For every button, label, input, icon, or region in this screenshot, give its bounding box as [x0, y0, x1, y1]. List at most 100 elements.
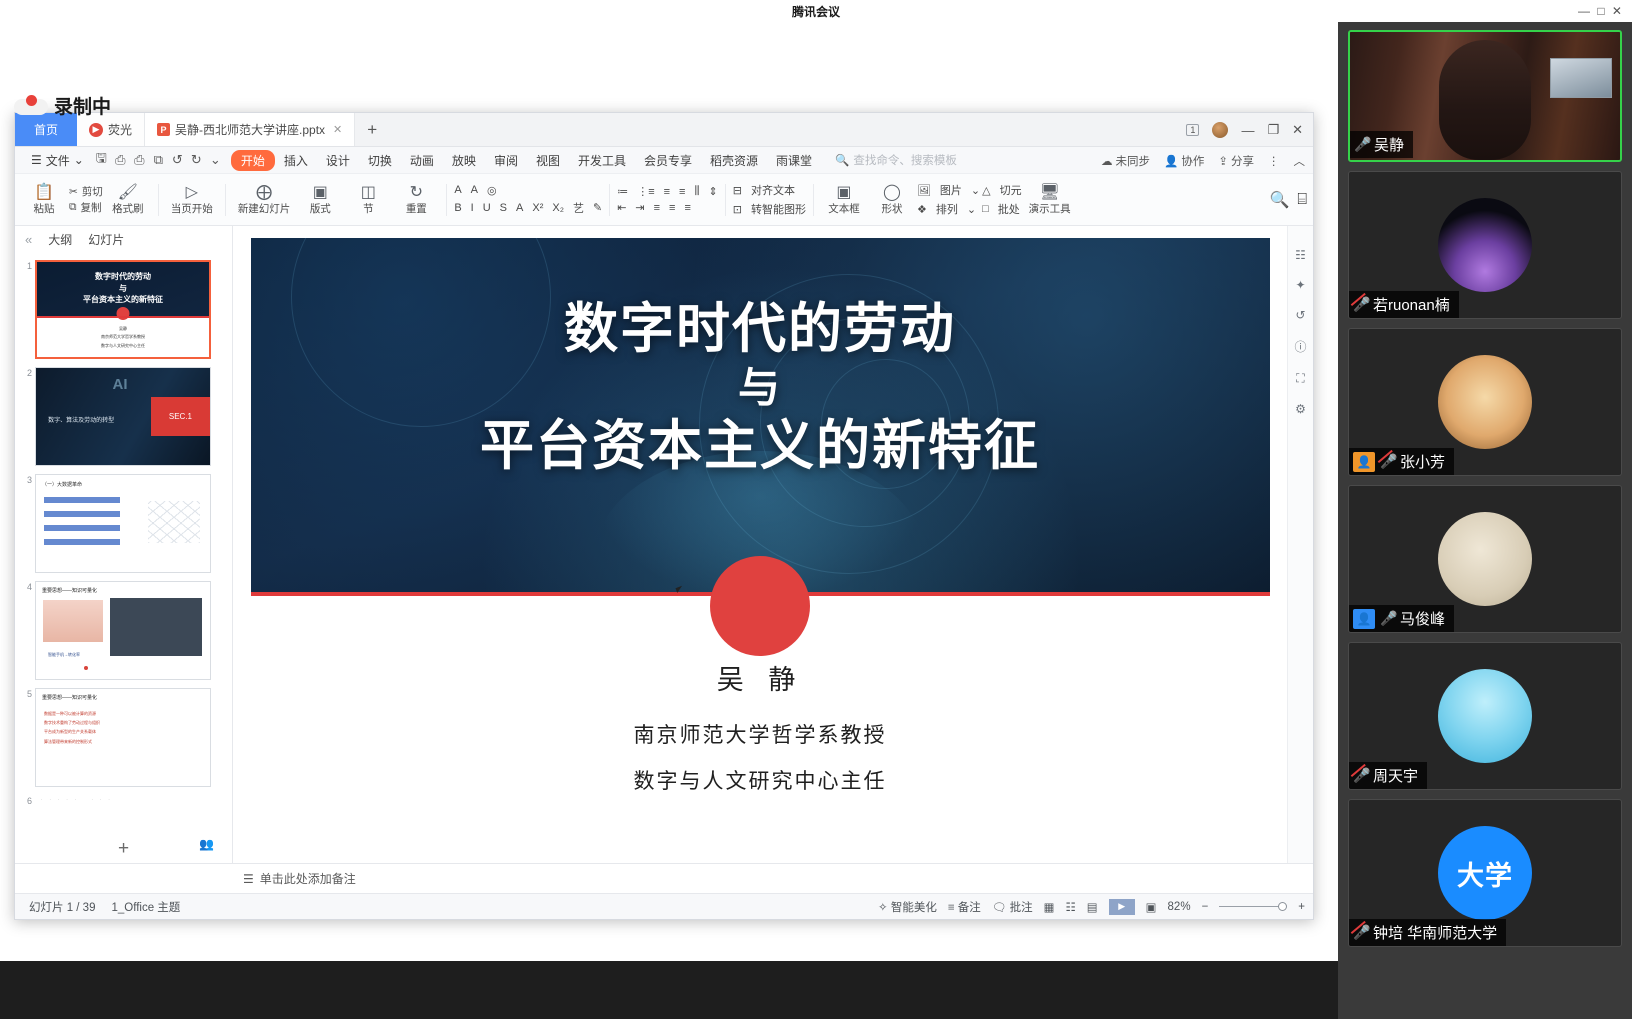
screenshot-icon[interactable]: ⛶: [1296, 371, 1304, 386]
close-button[interactable]: ✕: [1292, 122, 1303, 138]
thumbnail-slide-1[interactable]: 数字时代的劳动 与 平台资本主义的新特征 吴静 南京师范大学哲学系教授 数字与人文研…: [35, 260, 211, 359]
theme-name[interactable]: 1_Office 主题: [111, 899, 180, 915]
design-ideas-icon[interactable]: ☷: [1295, 248, 1306, 262]
ribbon-tab-transition[interactable]: 切换: [359, 152, 401, 169]
participant-tile-5[interactable]: 大学 🎤 钟培 华南师范大学: [1348, 799, 1622, 947]
meeting-window-controls[interactable]: — □ ✕: [1578, 4, 1624, 18]
justify-button[interactable]: ≡: [669, 202, 675, 214]
highlight-button[interactable]: ✎: [593, 201, 602, 214]
line-spacing-button[interactable]: ⇕: [709, 185, 718, 198]
subscript-button[interactable]: X₂: [552, 202, 564, 214]
slide-red-circle[interactable]: [710, 556, 810, 656]
magic-wand-icon[interactable]: ✦: [1295, 278, 1305, 292]
settings-icon[interactable]: ⚙: [1295, 402, 1306, 416]
notes-toggle-button[interactable]: ≡ 备注: [948, 899, 981, 915]
ribbon-tab-review[interactable]: 审阅: [485, 152, 527, 169]
arrange-row[interactable]: ❖ 排列 ⌄: [917, 201, 980, 217]
text-box-button[interactable]: ▣ 文本框: [821, 183, 867, 216]
present-tools-button[interactable]: 🖥 演示工具: [1024, 183, 1076, 216]
thumbnail-item[interactable]: 2 AI 数字、算法及劳动的转型 SEC.1: [15, 363, 232, 470]
tab-slides[interactable]: 幻灯片: [88, 231, 124, 248]
thumbnail-list[interactable]: 1 数字时代的劳动 与 平台资本主义的新特征 吴静 南京师范大学哲学系教授 数字与人…: [15, 252, 232, 835]
window-count-chip[interactable]: 1: [1186, 124, 1200, 136]
paste-button[interactable]: 📋 粘贴: [21, 183, 67, 216]
ribbon-tab-design[interactable]: 设计: [317, 152, 359, 169]
indent-decrease-button[interactable]: ⇤: [617, 201, 626, 214]
redo-icon[interactable]: ↻: [187, 152, 206, 168]
fit-slide-icon[interactable]: ▣: [1146, 900, 1157, 914]
search-box[interactable]: 🔍 查找命令、搜索模板: [835, 152, 957, 168]
new-tab-button[interactable]: +: [355, 113, 389, 146]
save-as-icon[interactable]: ⎙: [111, 152, 130, 168]
align-left-button[interactable]: ≡: [664, 186, 670, 198]
more-menu-icon[interactable]: ⋮: [1268, 154, 1280, 168]
maximize-button[interactable]: ❐: [1267, 122, 1279, 138]
thumbnail-item[interactable]: 6 · · · · · · · ·: [15, 791, 232, 817]
picture-row[interactable]: 🖼 图片 ⌄: [917, 182, 980, 198]
slide-canvas-area[interactable]: 数字时代的劳动 与 平台资本主义的新特征 吴 静 南京师范大学哲学系教授 数字与…: [233, 226, 1287, 863]
unit-row[interactable]: △ 切元: [982, 182, 1021, 198]
ribbon-tab-view[interactable]: 视图: [527, 152, 569, 169]
bold-button[interactable]: B: [454, 202, 461, 214]
ribbon-tab-member[interactable]: 会员专享: [635, 152, 701, 169]
shrink-font-icon[interactable]: A: [471, 184, 478, 196]
slide-author-block[interactable]: 吴 静 南京师范大学哲学系教授 数字与人文研究中心主任: [251, 658, 1270, 810]
reset-button[interactable]: ↻ 重置: [393, 183, 439, 216]
thumbnail-item[interactable]: 5 重要思想——知识可量化 数据是一种可以被计算的资源 数字技术重构了劳动过程与组…: [15, 684, 232, 791]
ribbon-tab-insert[interactable]: 插入: [275, 152, 317, 169]
play-slideshow-button[interactable]: ▶: [1108, 898, 1135, 915]
participant-tile-3[interactable]: 👤 🎤 马俊峰: [1348, 485, 1622, 633]
ribbon-tab-docer[interactable]: 稻壳资源: [701, 152, 767, 169]
superscript-button[interactable]: X²: [532, 202, 543, 214]
reading-view-button[interactable]: ▤: [1087, 900, 1098, 914]
zoom-slider[interactable]: [1219, 902, 1288, 911]
menu-file[interactable]: ☰ 文件 ⌄: [23, 152, 92, 169]
collapse-ribbon-icon[interactable]: ︿: [1294, 153, 1306, 169]
collapse-pane-icon[interactable]: «: [25, 232, 32, 247]
format-painter-button[interactable]: 🖌 格式刷: [105, 183, 151, 216]
ribbon-tab-start[interactable]: 开始: [230, 149, 275, 171]
search-icon[interactable]: 🔍: [1269, 190, 1289, 210]
distribute-button[interactable]: ≡: [684, 202, 690, 214]
thumbnail-slide-6[interactable]: · · · · · · · ·: [35, 795, 211, 813]
participant-tile-4[interactable]: 🎤 周天宇: [1348, 642, 1622, 790]
participant-tile-self[interactable]: 🎤 吴静: [1348, 30, 1622, 162]
play-from-current-button[interactable]: ▷ 当页开始: [166, 183, 218, 216]
columns-button[interactable]: ⫼: [694, 185, 699, 198]
collaborate-button[interactable]: 👤 协作: [1164, 153, 1204, 169]
thumbnail-item[interactable]: 4 重要思想——知识可量化 智能手机→转化率: [15, 577, 232, 684]
clear-format-icon[interactable]: ◎: [487, 184, 497, 197]
font-color-button[interactable]: A: [516, 202, 523, 214]
section-button[interactable]: ◫ 节: [345, 183, 391, 216]
undo-icon[interactable]: ↺: [168, 152, 187, 168]
copy-button[interactable]: ⧉ 复制: [69, 200, 103, 215]
smart-art-row[interactable]: ⊡ 转智能图形: [733, 201, 806, 217]
comments-button[interactable]: 🗨 批注: [992, 899, 1033, 915]
tab-close-icon[interactable]: ✕: [333, 123, 342, 136]
underline-button[interactable]: U: [483, 202, 491, 214]
grow-font-icon[interactable]: A: [454, 184, 461, 196]
layout-button[interactable]: ▣ 版式: [297, 183, 343, 216]
align-center-button[interactable]: ≡: [679, 186, 685, 198]
strikethrough-button[interactable]: S: [500, 202, 507, 214]
ribbon-tab-rainclass[interactable]: 雨课堂: [767, 152, 821, 169]
bullets-button[interactable]: ≔: [617, 185, 628, 198]
participant-tile-1[interactable]: 🎤 若ruonan楠: [1348, 171, 1622, 319]
print-icon[interactable]: ⎙: [130, 152, 149, 168]
ribbon-tab-animation[interactable]: 动画: [401, 152, 443, 169]
slide-canvas[interactable]: 数字时代的劳动 与 平台资本主义的新特征 吴 静 南京师范大学哲学系教授 数字与…: [250, 238, 1270, 810]
thumbnail-slide-3[interactable]: （一）大数据革命: [35, 474, 211, 573]
ribbon-tab-slideshow[interactable]: 放映: [443, 152, 485, 169]
participant-tile-2[interactable]: 👤 🎤 张小芳: [1348, 328, 1622, 476]
tab-document[interactable]: P 吴静-西北师范大学讲座.pptx ✕: [145, 113, 356, 146]
save-icon[interactable]: 🖫: [92, 149, 111, 171]
thumbnail-item[interactable]: 3 （一）大数据革命: [15, 470, 232, 577]
shape-button[interactable]: ◯ 形状: [869, 183, 915, 216]
ribbon-tab-developer[interactable]: 开发工具: [569, 152, 635, 169]
participant-panel[interactable]: 🎤 吴静 🎤 若ruonan楠 👤 🎤 张小芳 👤 🎤 马俊峰 🎤 周天宇 大学…: [1338, 22, 1632, 1019]
avatar[interactable]: [1212, 122, 1229, 138]
align-right-button[interactable]: ≡: [654, 202, 660, 214]
indent-increase-button[interactable]: ⇥: [635, 201, 644, 214]
zoom-out-button[interactable]: −: [1202, 901, 1209, 913]
select-icon[interactable]: ⌸: [1297, 191, 1307, 209]
